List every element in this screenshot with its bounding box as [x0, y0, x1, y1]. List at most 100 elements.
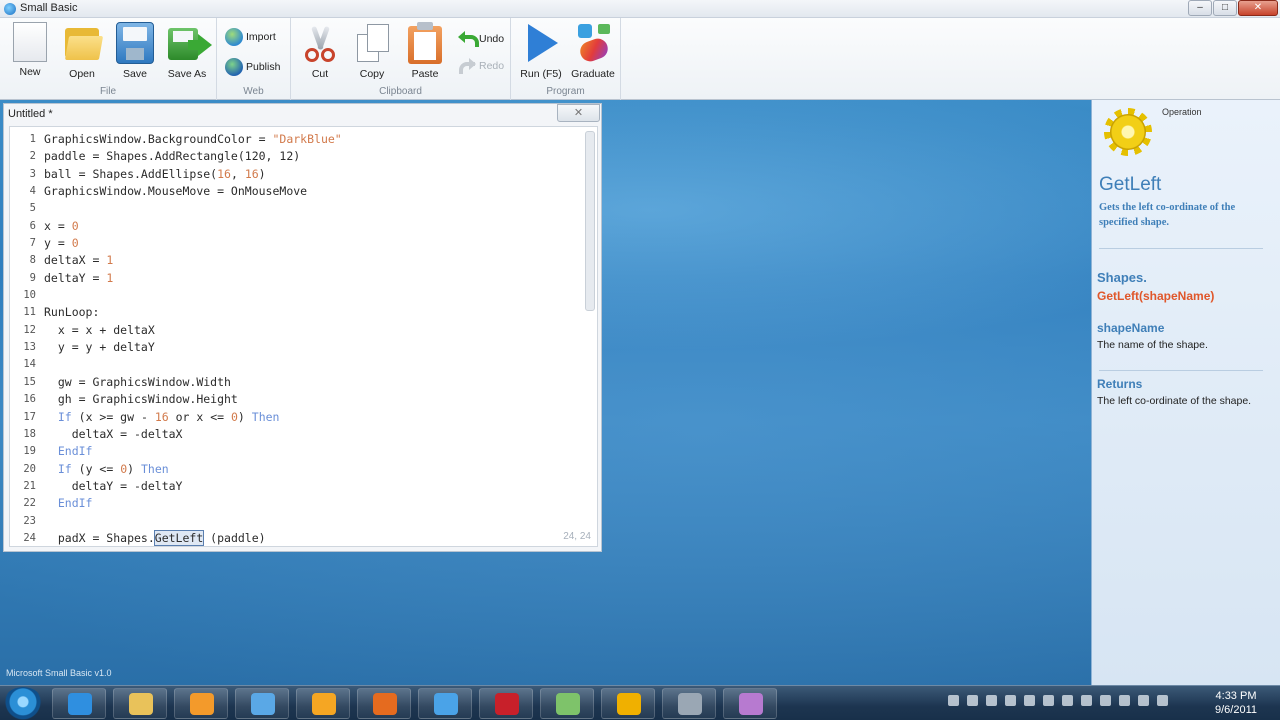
new-button[interactable]: New [5, 22, 55, 78]
tray-icon[interactable] [1005, 695, 1016, 706]
code-line[interactable]: 11 RunLoop: [10, 304, 342, 321]
code-line[interactable]: 23 [10, 513, 342, 530]
code-line[interactable]: 12 x = x + deltaX [10, 322, 342, 339]
network-icon[interactable] [1157, 695, 1168, 706]
line-number: 23 [23, 514, 36, 527]
line-text: deltaY = -deltaY [44, 478, 183, 493]
line-text: deltaX = 1 [44, 253, 114, 268]
code-line[interactable]: 14 [10, 356, 342, 373]
acrobat-icon [495, 693, 519, 715]
save-button[interactable]: Save [110, 22, 160, 80]
close-window-button[interactable]: ✕ [1238, 0, 1278, 16]
taskbar-clock[interactable]: 4:33 PM 9/6/2011 [1206, 689, 1266, 717]
paste-button[interactable]: Paste [400, 22, 450, 80]
code-line[interactable]: 21 deltaY = -deltaY [10, 478, 342, 495]
code-line[interactable]: 1 GraphicsWindow.BackgroundColor = "DarkB… [10, 131, 342, 148]
code-line[interactable]: 4 GraphicsWindow.MouseMove = OnMouseMove [10, 183, 342, 200]
line-number: 5 [29, 202, 36, 215]
tray-icon[interactable] [1100, 695, 1111, 706]
code-line[interactable]: 22 EndIf [10, 495, 342, 512]
new-file-icon [13, 22, 47, 62]
code-line[interactable]: 3 ball = Shapes.AddEllipse(16, 16) [10, 166, 342, 183]
line-number: 24 [23, 531, 36, 544]
help-returns-description: The left co-ordinate of the shape. [1097, 395, 1252, 407]
line-text: y = y + deltaY [44, 340, 155, 355]
editor-tab-title: Untitled * [8, 108, 53, 120]
tray-icon[interactable] [986, 695, 997, 706]
vertical-scrollbar[interactable] [585, 131, 595, 311]
open-button[interactable]: Open [57, 22, 107, 80]
taskbar-item-media-player[interactable] [174, 688, 228, 719]
line-text: x = x + deltaX [44, 322, 155, 337]
line-number: 6 [29, 219, 36, 232]
code-line[interactable]: 2 paddle = Shapes.AddRectangle(120, 12) [10, 148, 342, 165]
tray-icon[interactable] [1138, 695, 1149, 706]
cut-button[interactable]: Cut [295, 22, 345, 80]
line-number: 18 [23, 427, 36, 440]
code-line[interactable]: 15 gw = GraphicsWindow.Width [10, 374, 342, 391]
editor-close-button[interactable]: ✕ [557, 104, 600, 122]
import-button[interactable]: Import [225, 26, 276, 48]
copy-icon [353, 22, 391, 64]
taskbar-item-video-app[interactable] [723, 688, 777, 719]
start-button[interactable] [3, 687, 43, 720]
maximize-button[interactable]: □ [1213, 0, 1237, 16]
line-number: 16 [23, 393, 36, 406]
version-label: Microsoft Small Basic v1.0 [6, 668, 112, 678]
tray-icon[interactable] [948, 695, 959, 706]
taskbar: 4:33 PM 9/6/2011 [0, 685, 1280, 720]
taskbar-item-windows[interactable] [235, 688, 289, 719]
publish-button[interactable]: Publish [225, 56, 280, 78]
line-number: 3 [29, 167, 36, 180]
tray-icon[interactable] [1062, 695, 1073, 706]
tray-icon[interactable] [1024, 695, 1035, 706]
code-line[interactable]: 17 If (x >= gw - 16 or x <= 0) Then [10, 409, 342, 426]
code-line[interactable]: 10 [10, 287, 342, 304]
help-operation-label: Operation [1162, 107, 1202, 117]
save-as-button[interactable]: Save As [162, 22, 212, 80]
graduate-button[interactable]: Graduate [568, 22, 618, 80]
code-line[interactable]: 24 padX = Shapes.GetLeft (paddle) [10, 529, 342, 546]
code-line[interactable]: 7 y = 0 [10, 235, 342, 252]
taskbar-item-editor-app[interactable] [662, 688, 716, 719]
taskbar-item-bing[interactable] [296, 688, 350, 719]
code-line[interactable]: 16 gh = GraphicsWindow.Height [10, 391, 342, 408]
undo-button[interactable]: Undo [458, 28, 504, 50]
code-line[interactable]: 6 x = 0 [10, 218, 342, 235]
tray-icon[interactable] [1043, 695, 1054, 706]
taskbar-item-file-explorer[interactable] [113, 688, 167, 719]
taskbar-item-itunes[interactable] [418, 688, 472, 719]
line-text: deltaY = 1 [44, 270, 114, 285]
ribbon-group-file: New Open Save Save As File [0, 18, 217, 100]
line-number: 21 [23, 479, 36, 492]
taskbar-item-firefox[interactable] [357, 688, 411, 719]
publish-globe-icon [225, 58, 243, 76]
copy-button[interactable]: Copy [347, 22, 397, 80]
code-line[interactable]: 13 y = y + deltaY [10, 339, 342, 356]
redo-button[interactable]: Redo [458, 55, 504, 77]
tray-icon[interactable] [967, 695, 978, 706]
group-label-program: Program [546, 86, 585, 97]
code-text-area[interactable]: 1 GraphicsWindow.BackgroundColor = "DarkB… [9, 126, 598, 547]
clock-date: 9/6/2011 [1214, 704, 1257, 716]
minimize-button[interactable]: – [1188, 0, 1212, 16]
code-line[interactable]: 9 deltaY = 1 [10, 270, 342, 287]
tray-icon[interactable] [1119, 695, 1130, 706]
code-line[interactable]: 5 [10, 200, 342, 217]
ribbon-group-program: Run (F5) Graduate Program [511, 18, 621, 100]
taskbar-item-acrobat[interactable] [479, 688, 533, 719]
gear-icon [1104, 108, 1152, 156]
taskbar-item-small-basic[interactable] [540, 688, 594, 719]
tray-icon[interactable] [1081, 695, 1092, 706]
code-line[interactable]: 18 deltaX = -deltaX [10, 426, 342, 443]
taskbar-item-outlook[interactable] [601, 688, 655, 719]
code-line[interactable]: 19 EndIf [10, 443, 342, 460]
line-text: EndIf [57, 496, 93, 511]
line-text: If (y <= 0) Then [57, 461, 169, 476]
code-line[interactable]: 20 If (y <= 0) Then [10, 461, 342, 478]
run-button[interactable]: Run (F5) [516, 22, 566, 80]
code-line[interactable]: 8 deltaX = 1 [10, 252, 342, 269]
code-lines: 1 GraphicsWindow.BackgroundColor = "DarkB… [10, 131, 342, 546]
taskbar-item-internet-explorer[interactable] [52, 688, 106, 719]
title-bar: Small Basic – □ ✕ [0, 0, 1280, 18]
